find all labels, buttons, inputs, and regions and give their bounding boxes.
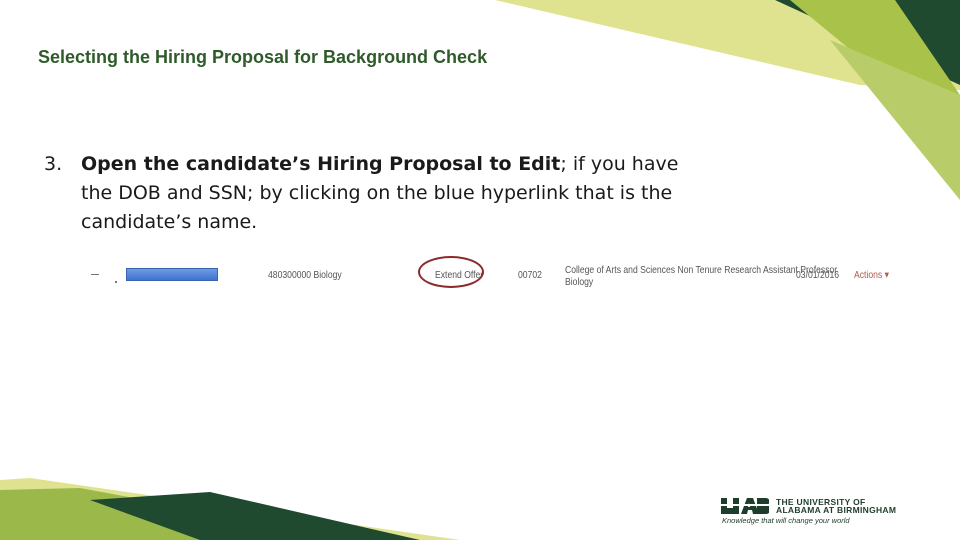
slide-title: Selecting the Hiring Proposal for Backgr… — [38, 47, 488, 67]
row-dash — [91, 274, 99, 275]
code-cell: 00702 — [518, 269, 542, 281]
row-dot — [115, 281, 117, 283]
actions-menu[interactable]: Actions ▾ — [854, 269, 889, 281]
uab-logo: THE UNIVERSITY OF ALABAMA AT BIRMINGHAM … — [721, 497, 931, 527]
step-number: 3. — [44, 153, 63, 175]
status-highlight-circle — [418, 256, 484, 288]
hiring-proposal-row: 480300000 Biology Extend Offer 00702 Col… — [88, 256, 898, 292]
step-text: Open the candidate’s Hiring Proposal to … — [81, 150, 694, 237]
position-cell-line2: Biology — [565, 276, 594, 288]
step-instruction: 3. Open the candidate’s Hiring Proposal … — [44, 150, 694, 237]
department-cell: 480300000 Biology — [268, 269, 342, 281]
logo-line-2: ALABAMA AT BIRMINGHAM — [776, 505, 897, 515]
logo-tagline: Knowledge that will change your world — [722, 516, 850, 525]
candidate-name-link[interactable] — [126, 268, 218, 281]
step-bold-text: Open the candidate’s Hiring Proposal to … — [81, 153, 561, 175]
uab-logo-mark-icon — [721, 498, 769, 514]
date-cell: 03/01/2016 — [796, 269, 840, 281]
